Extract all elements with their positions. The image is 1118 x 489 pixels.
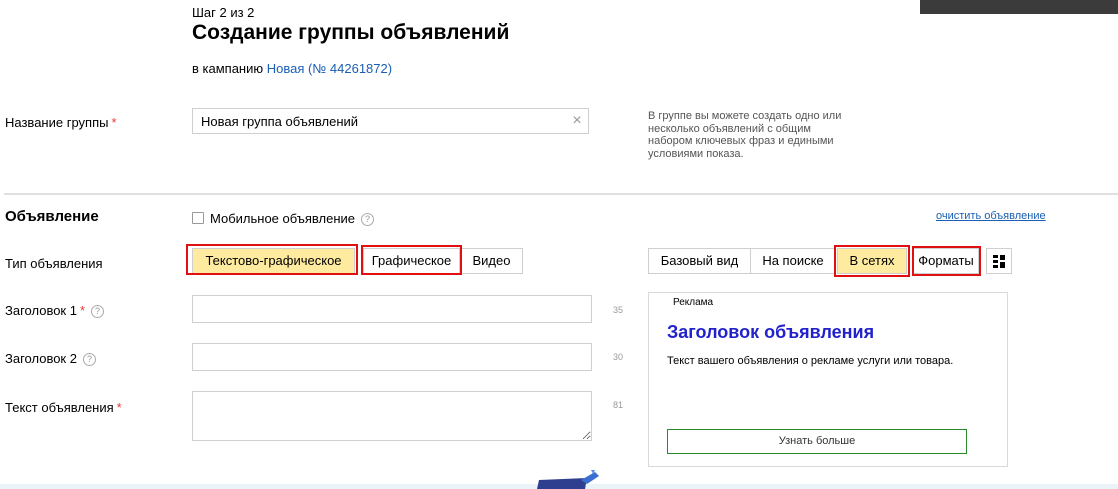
preview-ad-title: Заголовок объявления <box>667 322 875 342</box>
campaign-line: в кампанию Новая (№ 44261872) <box>192 61 392 76</box>
mobile-ad-checkbox[interactable] <box>192 212 204 224</box>
tab-networks[interactable]: В сетях <box>837 248 907 274</box>
group-name-input[interactable] <box>192 108 589 134</box>
tab-basic-view[interactable]: Базовый вид <box>648 248 751 274</box>
ad-text-label: Текст объявления * <box>5 400 122 415</box>
mobile-ad-label: Мобильное объявление? <box>210 211 375 226</box>
tab-search[interactable]: На поиске <box>750 248 836 274</box>
ad-tag: Реклама <box>673 297 714 308</box>
title2-label-text: Заголовок 2 <box>5 351 77 366</box>
page-title: Создание группы объявлений <box>192 21 510 44</box>
help-icon[interactable]: ? <box>82 353 96 366</box>
type-text-graphic-button[interactable]: Текстово-графическое <box>192 248 355 274</box>
title2-counter: 30 <box>613 352 624 362</box>
preview-learn-more-button[interactable]: Узнать больше <box>667 429 967 454</box>
required-mark: * <box>79 303 86 318</box>
required-mark: * <box>116 400 122 415</box>
layout-grid-icon[interactable] <box>986 248 1012 274</box>
clear-ad-link[interactable]: очистить объявление <box>936 210 1046 222</box>
ad-text-label-text: Текст объявления <box>5 400 114 415</box>
title2-label: Заголовок 2? <box>5 351 96 366</box>
required-mark: * <box>111 115 117 130</box>
step-indicator: Шаг 2 из 2 <box>192 5 255 20</box>
title2-input[interactable] <box>192 343 592 371</box>
type-video-button[interactable]: Видео <box>460 248 523 274</box>
title1-label: Заголовок 1 *? <box>5 303 105 318</box>
ad-text-counter: 81 <box>613 400 624 410</box>
top-dark-bar <box>920 0 1118 14</box>
ad-type-label: Тип объявления <box>5 256 103 271</box>
group-name-label: Название группы * <box>5 115 117 130</box>
type-graphic-button[interactable]: Графическое <box>363 248 460 274</box>
illustration-icon <box>537 470 599 489</box>
ad-text-input[interactable] <box>192 391 592 441</box>
ad-section-title: Объявление <box>5 208 99 225</box>
preview-ad-text: Текст вашего объявления о рекламе услуги… <box>667 355 954 367</box>
tab-formats[interactable]: Форматы <box>913 248 979 274</box>
group-hint: В группе вы можете создать одно или неск… <box>648 110 842 160</box>
title1-input[interactable] <box>192 295 592 323</box>
mobile-ad-label-text: Мобильное объявление <box>210 211 356 226</box>
help-icon[interactable]: ? <box>91 305 105 318</box>
clear-input-icon[interactable]: × <box>569 112 585 130</box>
section-divider <box>4 193 1118 195</box>
title1-counter: 35 <box>613 305 624 315</box>
campaign-link[interactable]: Новая (№ 44261872) <box>267 61 392 76</box>
title1-label-text: Заголовок 1 <box>5 303 77 318</box>
grid-svg <box>993 255 1005 268</box>
group-name-label-text: Название группы <box>5 115 109 130</box>
help-icon[interactable]: ? <box>361 213 375 226</box>
campaign-prefix: в кампанию <box>192 61 264 76</box>
